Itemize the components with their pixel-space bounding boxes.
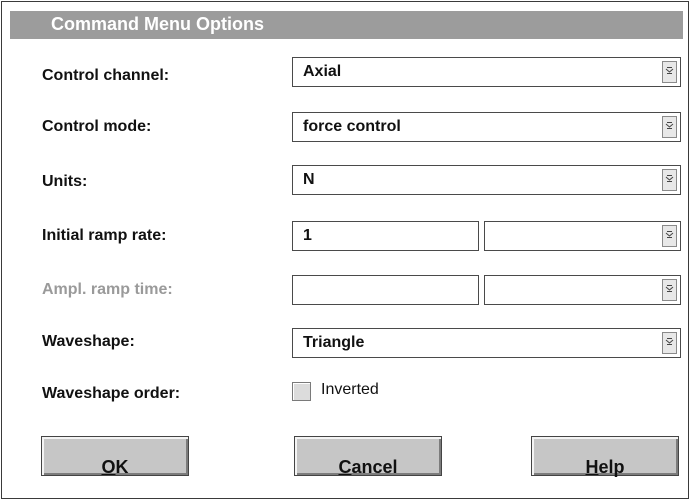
units-value: N bbox=[303, 171, 315, 188]
help-rest: elp bbox=[598, 457, 625, 477]
cancel-rest: ancel bbox=[351, 457, 398, 477]
dropdown-arrow-icon[interactable] bbox=[662, 116, 677, 138]
waveshape-dropdown[interactable]: Triangle bbox=[292, 328, 681, 358]
dropdown-arrow-icon[interactable] bbox=[662, 225, 677, 247]
cancel-button[interactable]: Cancel bbox=[294, 436, 442, 478]
initial-ramp-rate-unit-dropdown[interactable] bbox=[484, 221, 681, 251]
inverted-checkbox-label[interactable]: Inverted bbox=[321, 381, 379, 399]
help-button[interactable]: Help bbox=[531, 436, 679, 478]
ok-button[interactable]: OK bbox=[41, 436, 189, 478]
units-label: Units: bbox=[42, 173, 88, 190]
ok-rest: K bbox=[115, 457, 129, 477]
ok-button-label: OK bbox=[101, 447, 128, 478]
ok-mnemonic: O bbox=[101, 457, 116, 477]
waveshape-order-label: Waveshape order: bbox=[42, 385, 181, 402]
title-bar: Command Menu Options bbox=[10, 11, 683, 39]
dropdown-arrow-icon[interactable] bbox=[662, 169, 677, 191]
control-mode-value: force control bbox=[303, 118, 401, 135]
help-button-label: Help bbox=[585, 447, 624, 478]
dropdown-arrow-icon[interactable] bbox=[662, 332, 677, 354]
control-mode-dropdown[interactable]: force control bbox=[292, 112, 681, 142]
ampl-ramp-time-input[interactable] bbox=[292, 275, 479, 305]
ampl-ramp-time-label: Ampl. ramp time: bbox=[42, 281, 173, 298]
waveshape-label: Waveshape: bbox=[42, 333, 135, 350]
cancel-button-label: Cancel bbox=[338, 447, 397, 478]
control-channel-label: Control channel: bbox=[42, 67, 170, 84]
initial-ramp-rate-label: Initial ramp rate: bbox=[42, 227, 167, 244]
dialog-title: Command Menu Options bbox=[51, 14, 264, 34]
ampl-ramp-time-unit-dropdown[interactable] bbox=[484, 275, 681, 305]
waveshape-value: Triangle bbox=[303, 334, 365, 351]
control-channel-value: Axial bbox=[303, 63, 342, 80]
initial-ramp-rate-value: 1 bbox=[303, 227, 312, 244]
help-mnemonic: H bbox=[585, 457, 599, 477]
inverted-checkbox[interactable] bbox=[292, 382, 311, 401]
dropdown-arrow-icon[interactable] bbox=[662, 279, 677, 301]
control-mode-label: Control mode: bbox=[42, 118, 152, 135]
initial-ramp-rate-input[interactable]: 1 bbox=[292, 221, 479, 251]
units-dropdown[interactable]: N bbox=[292, 165, 681, 195]
control-channel-dropdown[interactable]: Axial bbox=[292, 57, 681, 87]
cancel-mnemonic: C bbox=[338, 457, 352, 477]
dropdown-arrow-icon[interactable] bbox=[662, 61, 677, 83]
